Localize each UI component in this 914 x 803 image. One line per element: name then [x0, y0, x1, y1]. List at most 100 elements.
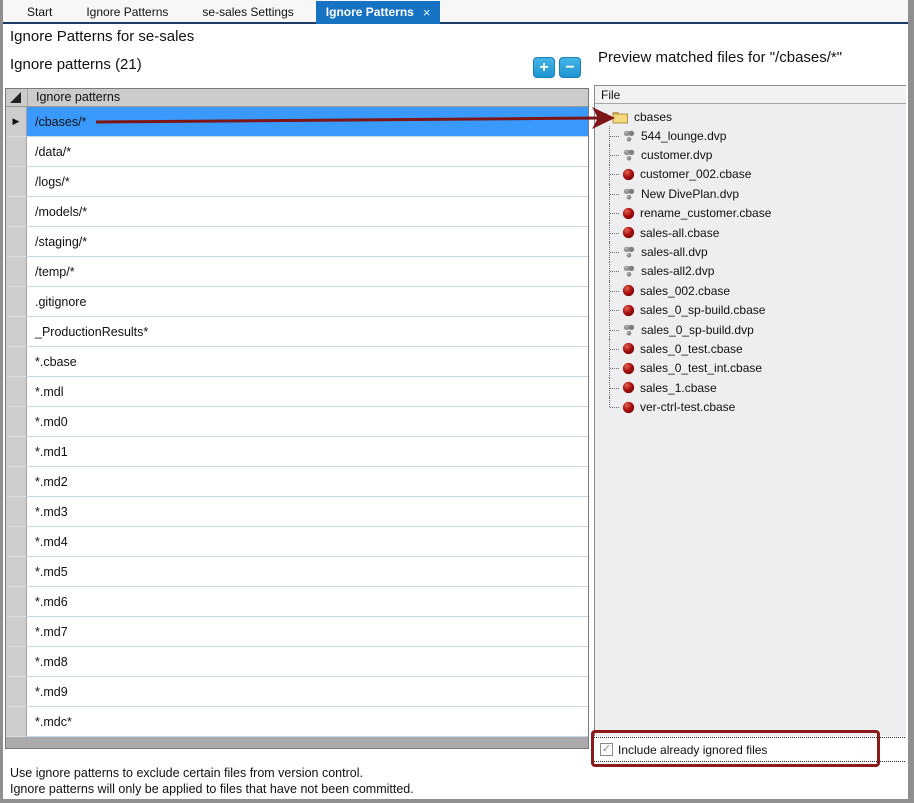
pattern-cell[interactable]: *.cbase — [27, 347, 588, 377]
table-row[interactable]: *.md3 — [6, 497, 588, 527]
table-row[interactable]: *.mdl — [6, 377, 588, 407]
pattern-cell[interactable]: *.mdc* — [27, 707, 588, 737]
select-all-cell[interactable] — [6, 89, 28, 106]
tree-item[interactable]: New DivePlan.dvp — [609, 184, 906, 203]
file-column-header[interactable]: File — [595, 86, 906, 104]
table-row[interactable]: ▶ /cbases/* — [6, 107, 588, 137]
pattern-cell[interactable]: *.md0 — [27, 407, 588, 437]
row-selector-cell[interactable] — [6, 407, 27, 437]
pattern-cell[interactable]: *.md3 — [27, 497, 588, 527]
close-tab-icon[interactable]: × — [423, 6, 431, 19]
table-row[interactable]: *.mdc* — [6, 707, 588, 737]
row-selector-cell[interactable] — [6, 167, 27, 197]
tree-item[interactable]: sales_0_sp-build.cbase — [609, 301, 906, 320]
ignore-patterns-column-header[interactable]: Ignore patterns — [28, 89, 588, 106]
table-row[interactable]: /data/* — [6, 137, 588, 167]
tree-item[interactable]: 544_lounge.dvp — [609, 126, 906, 145]
row-selector-cell[interactable] — [6, 347, 27, 377]
tree-item[interactable]: sales_1.cbase — [609, 378, 906, 397]
tree-item[interactable]: customer_002.cbase — [609, 165, 906, 184]
tab-start[interactable]: Start — [17, 2, 62, 22]
pattern-cell[interactable]: *.mdl — [27, 377, 588, 407]
pattern-cell[interactable]: /temp/* — [27, 257, 588, 287]
tree-item-label: customer_002.cbase — [640, 167, 751, 181]
tree-item[interactable]: sales-all2.dvp — [609, 262, 906, 281]
pattern-cell[interactable]: /data/* — [27, 137, 588, 167]
table-row[interactable]: _ProductionResults* — [6, 317, 588, 347]
pattern-cell[interactable]: .gitignore — [27, 287, 588, 317]
row-selector-cell[interactable] — [6, 497, 27, 527]
table-row[interactable]: /logs/* — [6, 167, 588, 197]
row-selector-cell[interactable] — [6, 677, 27, 707]
remove-pattern-button[interactable]: − — [559, 57, 581, 78]
row-selector-cell[interactable] — [6, 587, 27, 617]
cbase-icon — [622, 226, 635, 239]
table-row[interactable]: *.md5 — [6, 557, 588, 587]
row-selector-cell[interactable] — [6, 467, 27, 497]
row-selector-cell[interactable] — [6, 227, 27, 257]
table-row[interactable]: *.md1 — [6, 437, 588, 467]
file-tree: cbases 544_lounge.dvp customer.dvp custo… — [595, 104, 906, 736]
tree-item[interactable]: customer.dvp — [609, 145, 906, 164]
pattern-cell[interactable]: *.md8 — [27, 647, 588, 677]
row-selector-cell[interactable]: ▶ — [6, 107, 27, 137]
diveplan-icon — [622, 148, 636, 162]
pattern-cell[interactable]: /cbases/* — [27, 107, 588, 137]
pattern-cell[interactable]: *.md2 — [27, 467, 588, 497]
pattern-cell[interactable]: _ProductionResults* — [27, 317, 588, 347]
table-row[interactable]: *.md7 — [6, 617, 588, 647]
row-selector-cell[interactable] — [6, 557, 27, 587]
row-selector-cell[interactable] — [6, 647, 27, 677]
pattern-cell[interactable]: *.md7 — [27, 617, 588, 647]
row-selector-cell[interactable] — [6, 437, 27, 467]
tree-item[interactable]: sales-all.cbase — [609, 223, 906, 242]
tree-item[interactable]: sales_0_test.cbase — [609, 339, 906, 358]
row-selector-cell[interactable] — [6, 707, 27, 737]
row-selector-cell[interactable] — [6, 287, 27, 317]
tree-item[interactable]: sales_002.cbase — [609, 281, 906, 300]
table-row[interactable]: *.md2 — [6, 467, 588, 497]
table-row[interactable]: *.md6 — [6, 587, 588, 617]
tree-item[interactable]: rename_customer.cbase — [609, 204, 906, 223]
table-row[interactable]: *.md9 — [6, 677, 588, 707]
row-selector-cell[interactable] — [6, 317, 27, 347]
pattern-cell[interactable]: *.md1 — [27, 437, 588, 467]
table-row[interactable]: *.md4 — [6, 527, 588, 557]
pattern-cell[interactable]: /models/* — [27, 197, 588, 227]
pattern-cell[interactable]: /staging/* — [27, 227, 588, 257]
tree-item[interactable]: sales-all.dvp — [609, 242, 906, 261]
row-selector-cell[interactable] — [6, 377, 27, 407]
table-row[interactable]: *.cbase — [6, 347, 588, 377]
tab-se-sales-settings[interactable]: se-sales Settings — [192, 2, 303, 22]
tab-ignore-patterns[interactable]: Ignore Patterns — [76, 2, 178, 22]
table-row[interactable]: /models/* — [6, 197, 588, 227]
table-row[interactable]: /temp/* — [6, 257, 588, 287]
tree-item[interactable]: sales_0_test_int.cbase — [609, 359, 906, 378]
cbase-icon — [622, 207, 635, 220]
row-selector-cell[interactable] — [6, 197, 27, 227]
pattern-cell[interactable]: *.md5 — [27, 557, 588, 587]
pattern-cell[interactable]: /logs/* — [27, 167, 588, 197]
pattern-cell[interactable]: *.md9 — [27, 677, 588, 707]
table-body: ▶ /cbases/* /data/* /logs/* /models/* /s… — [6, 107, 588, 737]
page-title: Ignore Patterns for se-sales — [10, 28, 194, 45]
tree-item[interactable]: ver-ctrl-test.cbase — [609, 397, 906, 416]
pattern-cell[interactable]: *.md4 — [27, 527, 588, 557]
row-selector-cell[interactable] — [6, 257, 27, 287]
add-pattern-button[interactable]: + — [533, 57, 555, 78]
table-row[interactable]: *.md8 — [6, 647, 588, 677]
row-selector-cell[interactable] — [6, 137, 27, 167]
tree-root-row[interactable]: cbases — [595, 107, 906, 126]
tree-item[interactable]: sales_0_sp-build.dvp — [609, 320, 906, 339]
include-ignored-checkbox[interactable]: ✓ — [600, 743, 613, 756]
row-selector-cell[interactable] — [6, 617, 27, 647]
table-row[interactable]: /staging/* — [6, 227, 588, 257]
tree-expander-icon[interactable] — [599, 112, 608, 121]
tab-ignore-patterns-active[interactable]: Ignore Patterns × — [316, 1, 441, 24]
tree-item-label: sales-all.cbase — [640, 226, 719, 240]
table-row[interactable]: *.md0 — [6, 407, 588, 437]
table-row[interactable]: .gitignore — [6, 287, 588, 317]
row-selector-cell[interactable] — [6, 527, 27, 557]
pattern-cell[interactable]: *.md6 — [27, 587, 588, 617]
tree-item-label: rename_customer.cbase — [640, 206, 771, 220]
